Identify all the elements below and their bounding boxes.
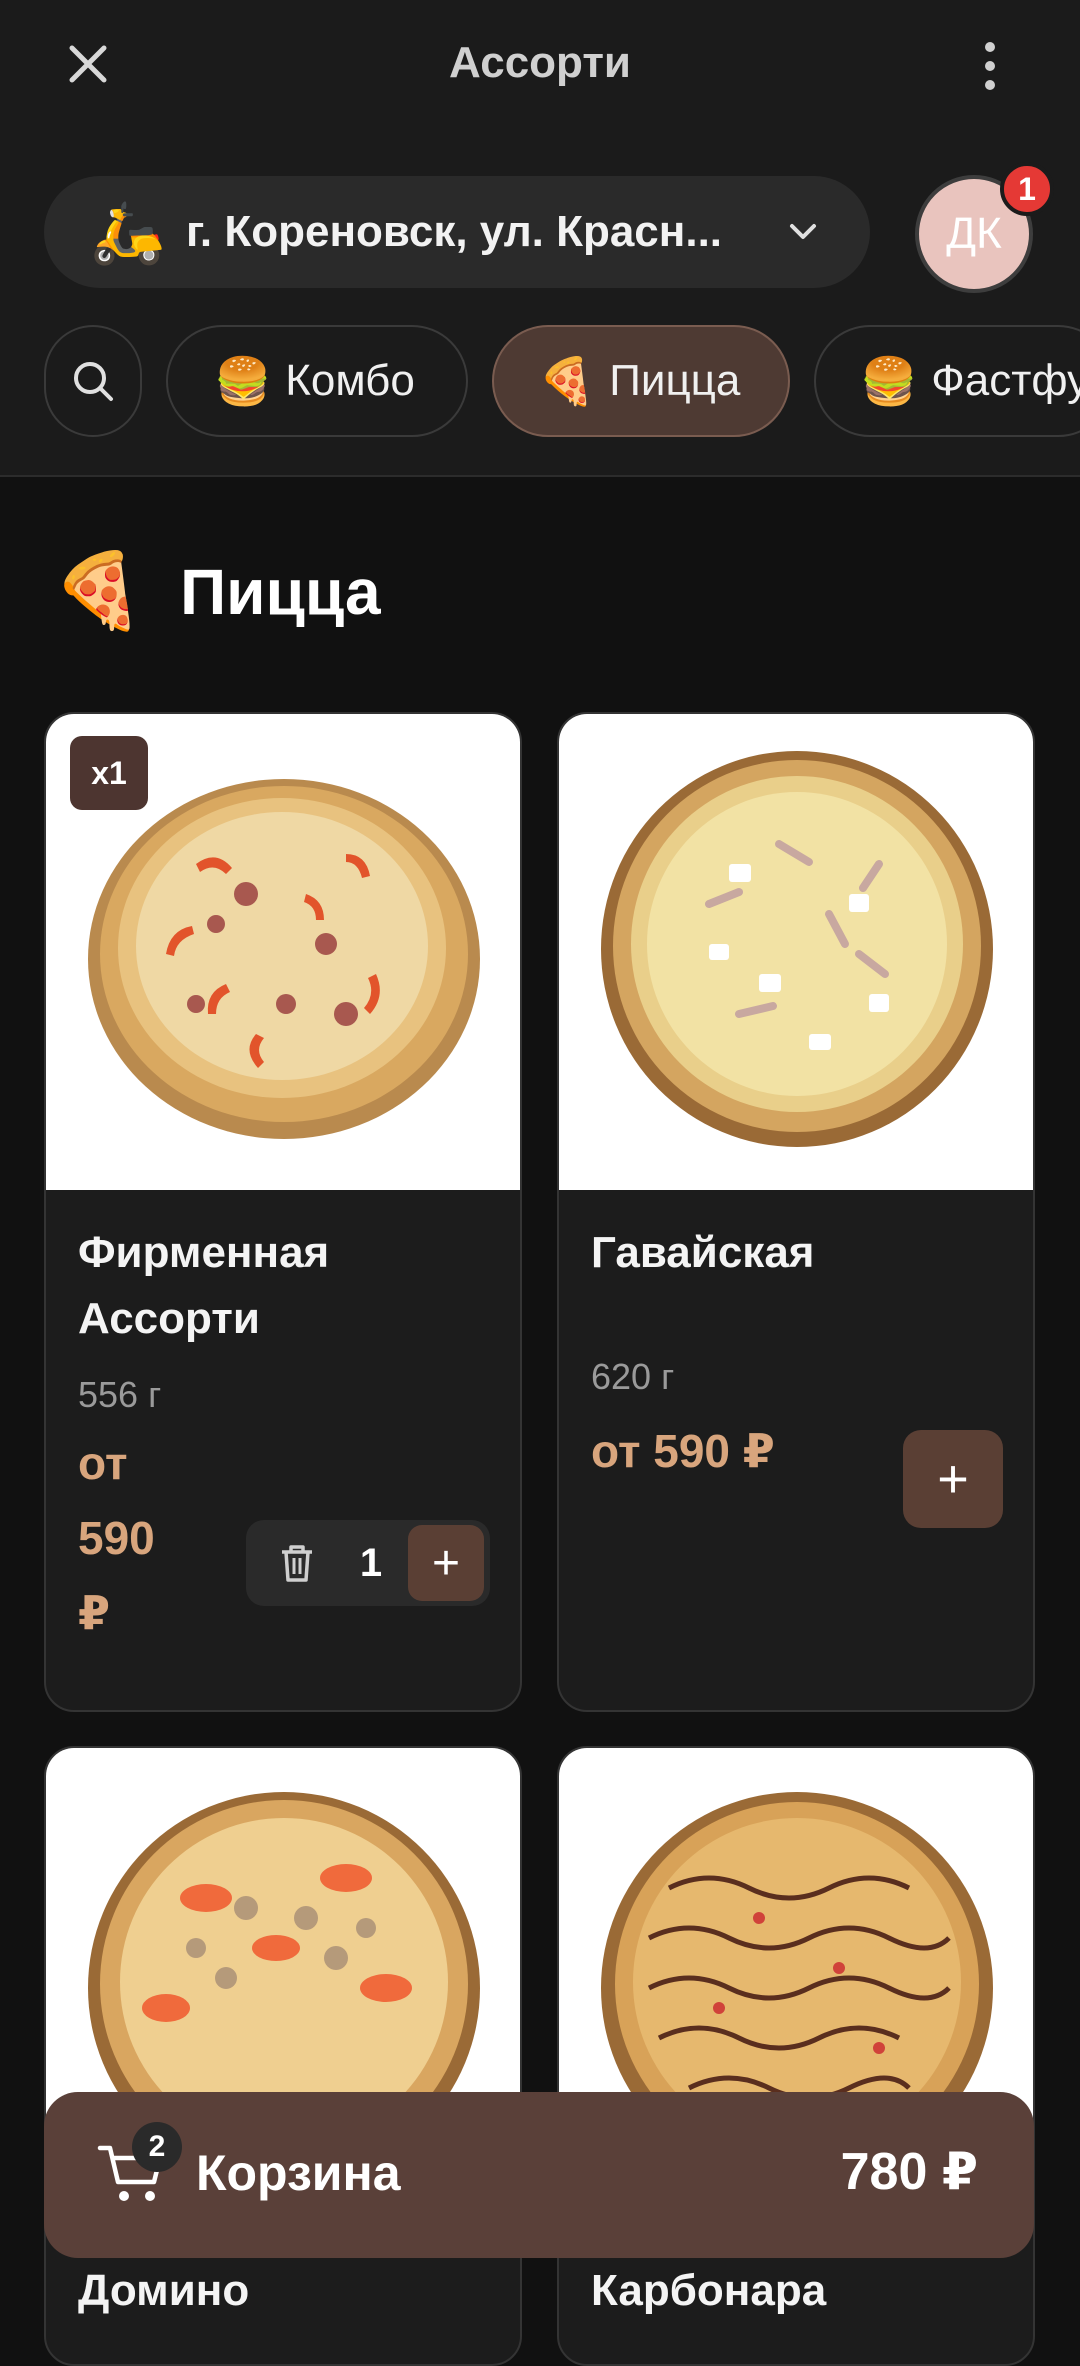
product-weight: 620 г [591, 1356, 675, 1397]
section-title: 🍕 Пицца [52, 548, 381, 635]
product-name: Гавайская [591, 1228, 815, 1277]
in-cart-badge: x1 [70, 736, 148, 810]
price-line: ₽ [78, 1587, 111, 1639]
product-price: от 590 ₽ [591, 1425, 775, 1477]
scooter-icon: 🛵 [90, 198, 165, 266]
price-line: от [78, 1437, 128, 1489]
cart-total: 780 ₽ [840, 2143, 978, 2201]
delivery-address: г. Кореновск, ул. Красн... [186, 207, 723, 256]
search-icon [74, 362, 113, 401]
trash-icon[interactable] [270, 1536, 324, 1590]
category-chip-label: Фастфуд [931, 356, 1080, 405]
product-name-line: Фирменная [78, 1228, 330, 1277]
add-to-cart-button[interactable]: + [903, 1430, 1003, 1528]
category-chip-pizza[interactable]: 🍕 Пицца [492, 325, 790, 437]
cart-button[interactable]: 2 Корзина 780 ₽ [44, 2092, 1034, 2258]
product-card[interactable]: x1 Фирменная Ассорти 556 г от 590 ₽ 1 + [44, 712, 522, 1712]
section-title-text: Пицца [180, 555, 381, 628]
pizza-icon: 🍕 [52, 549, 145, 632]
category-chip-fastfood[interactable]: 🍔 Фастфуд [814, 325, 1080, 437]
notification-badge: 1 [1000, 162, 1054, 216]
category-chip-label: Комбо [285, 356, 415, 405]
product-name: Фирменная Ассорти [78, 1220, 329, 1352]
cart-label: Корзина [196, 2145, 401, 2201]
quantity-value: 1 [359, 1541, 383, 1585]
category-chip-combo[interactable]: 🍔 Комбо [166, 325, 468, 437]
quantity-stepper: 1 + [246, 1520, 490, 1606]
product-name: Карбонара [591, 2266, 827, 2315]
product-card[interactable]: Домино [44, 1746, 522, 2366]
price-line: 590 [78, 1512, 155, 1564]
page-title: Ассорти [449, 38, 631, 87]
product-weight: 556 г [78, 1374, 162, 1415]
cart-count-badge: 2 [132, 2122, 182, 2172]
plus-icon: + [937, 1449, 969, 1509]
burger-icon: 🍔 [860, 354, 918, 407]
delivery-address-selector[interactable]: 🛵 г. Кореновск, ул. Красн... [44, 176, 870, 288]
product-name: Домино [78, 2266, 250, 2315]
plus-icon: + [431, 1536, 461, 1590]
product-card[interactable]: Карбонара [557, 1746, 1035, 2366]
more-options-icon[interactable] [960, 28, 1020, 104]
burger-icon: 🍔 [214, 354, 272, 407]
product-image [559, 714, 1033, 1190]
category-chips: 🍔 Комбо 🍕 Пицца 🍔 Фастфуд [0, 325, 1080, 440]
pizza-icon: 🍕 [538, 354, 596, 407]
top-bar: Ассорти 🛵 г. Кореновск, ул. Красн... ДК … [0, 0, 1080, 477]
product-name-line: Ассорти [78, 1294, 260, 1343]
increase-quantity-button[interactable]: + [408, 1525, 484, 1601]
search-button[interactable] [44, 325, 142, 437]
product-price: от 590 ₽ [78, 1426, 155, 1651]
product-card[interactable]: Гавайская 620 г от 590 ₽ + [557, 712, 1035, 1712]
category-chip-label: Пицца [609, 356, 741, 405]
chevron-down-icon [788, 222, 818, 242]
